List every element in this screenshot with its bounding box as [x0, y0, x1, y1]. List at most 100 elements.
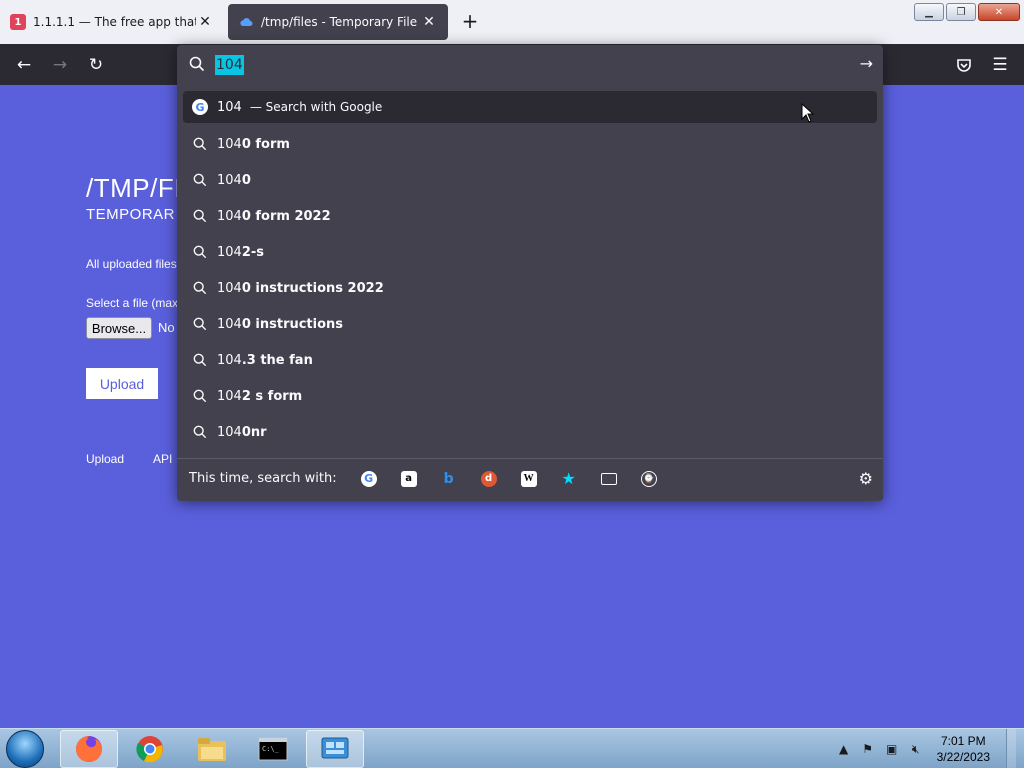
suggestion-item[interactable]: 104 2-s [183, 236, 877, 268]
bing-icon[interactable]: b [429, 465, 469, 493]
suggestion-typed: 104 [217, 208, 242, 224]
tab-title: /tmp/files - Temporary File Upl [261, 15, 420, 29]
close-icon[interactable]: ✕ [978, 3, 1020, 21]
search-icon [185, 353, 215, 367]
search-icon [185, 137, 215, 151]
suggestion-typed: 104 [217, 99, 242, 115]
suggestion-item[interactable]: 104 2 s form [183, 380, 877, 412]
taskbar: C:\_ ▲ ⚑ ▣ 🔇︎ 7:01 PM 3/22/2023 [0, 728, 1024, 768]
forward-arrow-icon[interactable]: → [47, 52, 73, 78]
search-icon [185, 281, 215, 295]
url-input-value[interactable]: 104 [215, 55, 244, 75]
suggestion-item[interactable]: 104 0 form [183, 128, 877, 160]
suggestion-typed: 104 [217, 352, 242, 368]
suggestion-typed: 104 [217, 388, 242, 404]
firefox-icon[interactable] [60, 730, 118, 768]
suggestion-item[interactable]: 104 0 [183, 164, 877, 196]
suggestion-completion: 0 [241, 172, 251, 188]
mouse-cursor-icon [801, 103, 815, 123]
command-prompt-icon[interactable]: C:\_ [244, 730, 302, 768]
suggestion-typed: 104 [217, 316, 242, 332]
search-icon [189, 56, 205, 76]
suggestion-completion: 2 s form [241, 388, 303, 404]
search-icon [185, 173, 215, 187]
suggestion-completion: 0 instructions [241, 316, 344, 332]
suggestion-item[interactable]: 104 0 instructions [183, 308, 877, 340]
suggestion-typed: 104 [217, 244, 242, 260]
tab-strip: 1 1.1.1.1 — The free app that mak ✕ /tmp… [0, 0, 1024, 44]
pocket-icon[interactable] [951, 52, 977, 78]
page-title: /TMP/FI [86, 173, 182, 203]
no-file-text: No [158, 320, 175, 335]
search-icon [185, 245, 215, 259]
action-center-icon[interactable]: ⚑ [859, 741, 877, 757]
cloud-icon [238, 14, 254, 30]
google-icon: G [185, 99, 215, 115]
suggestion-typed: 104 [217, 280, 242, 296]
tabs-icon[interactable] [589, 465, 629, 493]
browse-button[interactable]: Browse... [86, 317, 152, 339]
go-arrow-icon[interactable]: → [860, 54, 873, 73]
search-icon [185, 209, 215, 223]
network-icon[interactable]: ▣ [883, 741, 901, 757]
suggestion-action: — Search with Google [249, 100, 383, 114]
restore-icon[interactable]: ❐ [946, 3, 976, 21]
amazon-icon[interactable]: a [389, 465, 429, 493]
suggestion-completion: 0 instructions 2022 [241, 280, 384, 296]
minimize-icon[interactable]: ▁ [914, 3, 944, 21]
clock-date: 3/22/2023 [936, 750, 990, 764]
one-off-search-engines: This time, search with: G a b d W ★ ⌚ ⚙ [177, 458, 883, 498]
svg-text:C:\_: C:\_ [262, 745, 280, 753]
suggestion-completion: 0 form [241, 136, 290, 152]
wikipedia-icon[interactable]: W [509, 465, 549, 493]
back-arrow-icon[interactable]: ← [11, 52, 37, 78]
show-hidden-icons-icon[interactable]: ▲ [835, 741, 853, 757]
footer-link-api[interactable]: API [153, 452, 172, 466]
file-explorer-icon[interactable] [183, 730, 241, 768]
tab-tmp-files[interactable]: /tmp/files - Temporary File Upl ✕ [228, 4, 448, 40]
duckduckgo-icon[interactable]: d [469, 465, 509, 493]
suggestion-typed: 104 [217, 424, 242, 440]
system-tray: ▲ ⚑ ▣ 🔇︎ 7:01 PM 3/22/2023 [835, 729, 1016, 768]
menu-icon[interactable]: ☰ [987, 52, 1013, 78]
clock[interactable]: 7:01 PM 3/22/2023 [937, 733, 990, 765]
file-label: Select a file (max [86, 296, 179, 310]
suggestion-item[interactable]: 104 0 form 2022 [183, 200, 877, 232]
window-controls: ▁ ❐ ✕ [914, 3, 1020, 21]
tab-close-icon[interactable]: ✕ [196, 14, 214, 30]
tab-close-icon[interactable]: ✕ [420, 14, 438, 30]
start-button-icon[interactable] [6, 730, 44, 768]
page-subtitle: TEMPORAR [86, 206, 176, 223]
suggestion-search-google[interactable]: G 104 — Search with Google [183, 91, 877, 123]
search-icon [185, 425, 215, 439]
suggestion-typed: 104 [217, 172, 242, 188]
search-icon [185, 389, 215, 403]
suggestion-completion: 0nr [241, 424, 267, 440]
suggestion-completion: 0 form 2022 [241, 208, 331, 224]
footer-link-upload[interactable]: Upload [86, 452, 124, 466]
page-note: All uploaded files [86, 257, 177, 271]
history-icon[interactable]: ⌚ [629, 465, 669, 493]
tab-1111[interactable]: 1 1.1.1.1 — The free app that mak ✕ [0, 4, 224, 40]
suggestion-completion: 2-s [241, 244, 265, 260]
upload-button[interactable]: Upload [86, 368, 158, 399]
engine-label: This time, search with: [189, 471, 337, 486]
chrome-icon[interactable] [121, 730, 179, 768]
gear-icon[interactable]: ⚙ [859, 469, 873, 488]
tab-title: 1.1.1.1 — The free app that mak [33, 15, 196, 29]
bookmarks-icon[interactable]: ★ [549, 465, 589, 493]
show-desktop-button[interactable] [1006, 729, 1016, 768]
url-input[interactable]: 104 → [177, 45, 883, 85]
urlbar-dropdown: 104 → G 104 — Search with Google 104 0 fo… [177, 45, 883, 501]
clock-time: 7:01 PM [940, 734, 986, 748]
suggestion-item[interactable]: 104 0 instructions 2022 [183, 272, 877, 304]
reload-icon[interactable]: ↻ [83, 52, 109, 78]
suggestion-item[interactable]: 104.3 the fan [183, 344, 877, 376]
google-icon[interactable]: G [349, 465, 389, 493]
suggestion-typed: 104 [217, 136, 242, 152]
control-panel-icon[interactable] [306, 730, 364, 768]
volume-muted-icon[interactable]: 🔇︎ [907, 741, 925, 757]
suggestion-item[interactable]: 104 0nr [183, 416, 877, 448]
new-tab-button[interactable]: + [458, 10, 482, 34]
suggestion-completion: .3 the fan [241, 352, 313, 368]
